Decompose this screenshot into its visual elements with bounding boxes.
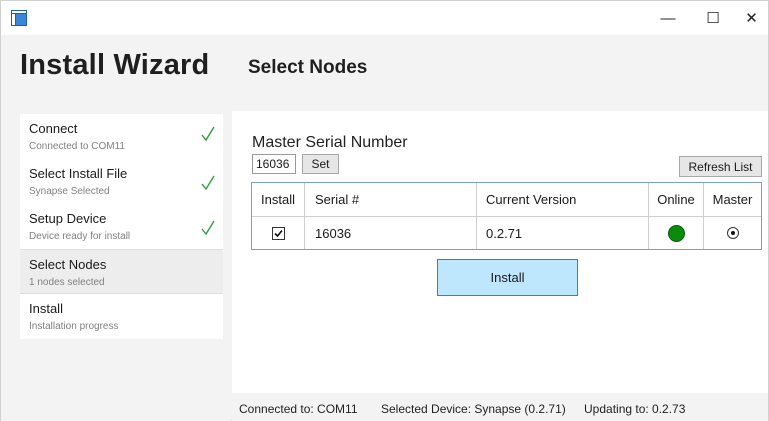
column-header-serial[interactable]: Serial # xyxy=(305,183,477,216)
checkmark-icon xyxy=(201,220,215,236)
close-button[interactable]: ✕ xyxy=(735,1,768,35)
checkmark-icon xyxy=(201,126,215,142)
step-setup-device[interactable]: Setup Device Device ready for install xyxy=(20,204,223,249)
serial-cell: 16036 xyxy=(305,217,477,249)
table-row[interactable]: 16036 0.2.71 xyxy=(252,217,761,249)
column-header-master[interactable]: Master xyxy=(704,183,761,216)
install-checkbox[interactable] xyxy=(271,226,285,240)
table-header: Install Serial # Current Version Online … xyxy=(252,183,761,217)
checkmark-icon xyxy=(273,229,283,237)
wizard-steps: Connect Connected to COM11 Select Instal… xyxy=(20,114,223,339)
step-subtitle: 1 nodes selected xyxy=(29,277,105,288)
column-header-online[interactable]: Online xyxy=(649,183,704,216)
master-radio[interactable] xyxy=(726,227,739,239)
step-subtitle: Device ready for install xyxy=(29,231,131,242)
master-cell xyxy=(704,217,761,249)
install-wizard-window: — ☐ ✕ Install Wizard Connect Connected t… xyxy=(0,0,769,421)
install-button[interactable]: Install xyxy=(437,259,578,296)
column-header-version[interactable]: Current Version xyxy=(477,183,649,216)
close-icon: ✕ xyxy=(745,10,758,27)
master-serial-label: Master Serial Number xyxy=(252,134,408,151)
step-subtitle: Connected to COM11 xyxy=(29,141,125,152)
step-title: Select Nodes xyxy=(29,257,107,272)
step-subtitle: Synapse Selected xyxy=(29,186,110,197)
version-cell: 0.2.71 xyxy=(477,217,649,249)
maximize-button[interactable]: ☐ xyxy=(691,1,735,35)
title-bar[interactable]: — ☐ ✕ xyxy=(1,1,768,35)
step-subtitle: Installation progress xyxy=(29,321,119,332)
refresh-list-button[interactable]: Refresh List xyxy=(679,156,762,177)
status-updating-to: Updating to: 0.2.73 xyxy=(584,402,686,416)
online-cell xyxy=(649,217,704,249)
step-title: Connect xyxy=(29,121,78,136)
step-title: Select Install File xyxy=(29,166,128,181)
app-grid-icon xyxy=(11,10,27,26)
status-connected: Connected to: COM11 xyxy=(239,402,358,416)
install-cell xyxy=(252,217,305,249)
master-serial-input[interactable] xyxy=(252,154,296,174)
checkmark-icon xyxy=(201,175,215,191)
maximize-icon: ☐ xyxy=(706,10,720,27)
minimize-icon: — xyxy=(660,9,676,27)
step-connect[interactable]: Connect Connected to COM11 xyxy=(20,114,223,159)
step-title: Install xyxy=(29,301,63,316)
step-title: Setup Device xyxy=(29,211,107,226)
minimize-button[interactable]: — xyxy=(646,1,690,35)
page-title: Select Nodes xyxy=(248,57,368,78)
online-status-icon xyxy=(667,224,685,242)
nodes-table: Install Serial # Current Version Online … xyxy=(251,182,762,250)
step-select-nodes[interactable]: Select Nodes 1 nodes selected xyxy=(20,249,223,294)
wizard-title: Install Wizard xyxy=(20,49,210,81)
status-selected-device: Selected Device: Synapse (0.2.71) xyxy=(381,402,566,416)
set-button[interactable]: Set xyxy=(302,154,339,174)
step-install[interactable]: Install Installation progress xyxy=(20,294,223,339)
column-header-install[interactable]: Install xyxy=(252,183,305,216)
step-select-install-file[interactable]: Select Install File Synapse Selected xyxy=(20,159,223,204)
